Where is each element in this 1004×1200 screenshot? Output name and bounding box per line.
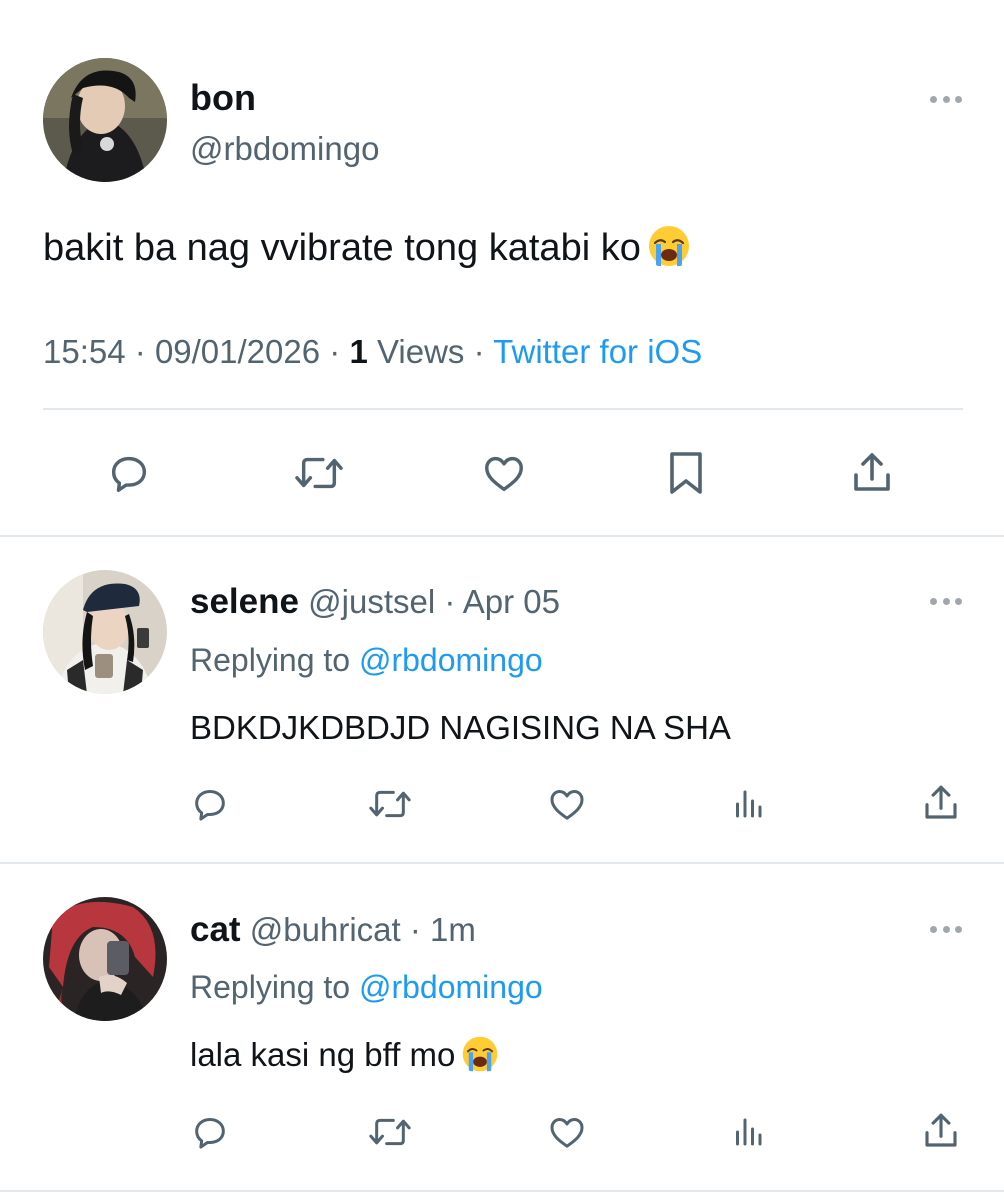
tweet-text: bakit ba nag vvibrate tong katabi ko xyxy=(43,224,691,271)
share-icon xyxy=(925,1113,957,1147)
like-icon xyxy=(550,1118,584,1148)
reply-icon xyxy=(195,1118,225,1149)
user-handle[interactable]: @rbdomingo xyxy=(190,130,379,168)
tweet-date[interactable]: 09/01/2026 xyxy=(155,333,320,370)
display-name[interactable]: cat xyxy=(190,910,241,949)
share-icon xyxy=(925,785,957,819)
avatar[interactable] xyxy=(43,897,167,1021)
reply-icon xyxy=(111,456,147,492)
avatar-photo xyxy=(43,897,167,1021)
reply-header: selene @justsel · Apr 05 xyxy=(190,582,560,622)
reply-header: cat @buhricat · 1m xyxy=(190,910,476,950)
bookmark-icon xyxy=(670,452,702,494)
avatar-photo xyxy=(43,58,167,182)
reply-time[interactable]: Apr 05 xyxy=(463,583,560,620)
avatar-photo xyxy=(43,570,167,694)
share-icon xyxy=(854,453,890,491)
views-icon xyxy=(736,1118,762,1146)
mention-link[interactable]: @rbdomingo xyxy=(359,969,543,1005)
replying-prefix: Replying to xyxy=(190,969,351,1005)
retweet-button[interactable] xyxy=(364,1110,416,1154)
avatar[interactable] xyxy=(43,570,167,694)
reply-time[interactable]: 1m xyxy=(430,911,476,948)
views-button[interactable] xyxy=(728,1110,768,1154)
share-button[interactable] xyxy=(846,447,898,499)
tweet-source[interactable]: Twitter for iOS xyxy=(493,333,702,370)
like-button[interactable] xyxy=(544,1110,590,1154)
divider xyxy=(0,1190,1004,1192)
user-handle[interactable]: @buhricat xyxy=(250,911,401,948)
meta-separator: · xyxy=(134,333,146,370)
more-options-icon[interactable] xyxy=(926,919,966,939)
more-options-icon[interactable] xyxy=(926,591,966,611)
meta-separator: · xyxy=(473,333,485,370)
share-button[interactable] xyxy=(918,1108,964,1154)
divider xyxy=(0,862,1004,864)
user-handle[interactable]: @justsel xyxy=(308,583,435,620)
views-button[interactable] xyxy=(728,782,768,826)
share-button[interactable] xyxy=(918,780,964,826)
reply-button[interactable] xyxy=(104,447,154,499)
reply-icon xyxy=(195,790,225,821)
loudly-crying-face-emoji xyxy=(647,224,691,268)
retweet-button[interactable] xyxy=(289,447,349,499)
tweet-text-content: bakit ba nag vvibrate tong katabi ko xyxy=(43,227,641,269)
tweet-time[interactable]: 15:54 xyxy=(43,333,126,370)
like-icon xyxy=(485,456,523,492)
meta-separator: · xyxy=(329,333,341,370)
like-icon xyxy=(550,790,584,820)
tweet-meta: 15:54 · 09/01/2026 · 1 Views · Twitter f… xyxy=(43,332,702,372)
avatar[interactable] xyxy=(43,58,167,182)
retweet-icon xyxy=(369,1118,411,1146)
reply-button[interactable] xyxy=(188,1110,232,1154)
retweet-icon xyxy=(295,457,343,489)
views-icon xyxy=(736,790,762,818)
replying-prefix: Replying to xyxy=(190,642,351,678)
display-name[interactable]: selene xyxy=(190,582,299,621)
views-count[interactable]: 1 xyxy=(349,333,367,370)
display-name[interactable]: bon xyxy=(190,78,256,118)
meta-separator: · xyxy=(444,583,456,620)
retweet-button[interactable] xyxy=(364,782,416,826)
meta-separator: · xyxy=(409,911,421,948)
retweet-icon xyxy=(369,790,411,818)
replying-to: Replying to @rbdomingo xyxy=(190,967,543,1007)
loudly-crying-face-emoji xyxy=(461,1035,499,1073)
more-options-icon[interactable] xyxy=(926,89,966,109)
reply-text: BDKDJKDBDJD NAGISING NA SHA xyxy=(190,709,731,746)
like-button[interactable] xyxy=(544,782,590,826)
bookmark-button[interactable] xyxy=(662,447,710,499)
replying-to: Replying to @rbdomingo xyxy=(190,640,543,680)
like-button[interactable] xyxy=(478,447,530,499)
divider xyxy=(0,535,1004,537)
mention-link[interactable]: @rbdomingo xyxy=(359,642,543,678)
views-label[interactable]: Views xyxy=(377,333,464,370)
reply-text: lala kasi ng bff mo xyxy=(190,1035,499,1075)
divider xyxy=(43,408,963,410)
reply-button[interactable] xyxy=(188,782,232,826)
reply-text-content: lala kasi ng bff mo xyxy=(190,1036,456,1073)
